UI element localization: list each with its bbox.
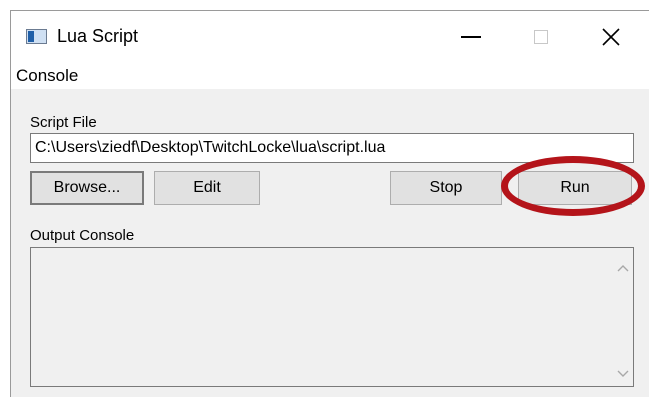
close-button[interactable] xyxy=(586,11,636,62)
edit-button[interactable]: Edit xyxy=(154,171,260,205)
output-console[interactable] xyxy=(30,247,634,387)
maximize-button[interactable] xyxy=(516,11,566,62)
menu-item-console[interactable]: Console xyxy=(14,66,80,86)
scroll-up-button[interactable] xyxy=(613,258,633,278)
stop-button[interactable]: Stop xyxy=(390,171,502,205)
close-icon xyxy=(602,27,620,46)
menu-bar: Console xyxy=(11,62,649,89)
run-button[interactable]: Run xyxy=(518,171,632,205)
chevron-up-icon xyxy=(617,265,629,272)
output-console-label: Output Console xyxy=(30,227,135,244)
chevron-down-icon xyxy=(617,370,629,377)
screen: Lua Script Console Script File C:\Users\… xyxy=(0,0,649,397)
minimize-button[interactable] xyxy=(446,11,496,62)
title-bar[interactable]: Lua Script xyxy=(11,11,649,62)
window-title: Lua Script xyxy=(57,26,139,46)
browse-button[interactable]: Browse... xyxy=(30,171,144,205)
scroll-down-button[interactable] xyxy=(613,364,633,384)
maximize-icon xyxy=(534,29,548,44)
app-window-icon xyxy=(26,29,47,44)
script-file-label: Script File xyxy=(30,114,97,131)
lua-script-window: Lua Script Console Script File C:\Users\… xyxy=(10,10,649,397)
output-scrollbar[interactable] xyxy=(613,248,633,386)
minimize-icon xyxy=(461,35,481,38)
script-path-field[interactable]: C:\Users\ziedf\Desktop\TwitchLocke\lua\s… xyxy=(30,133,634,163)
